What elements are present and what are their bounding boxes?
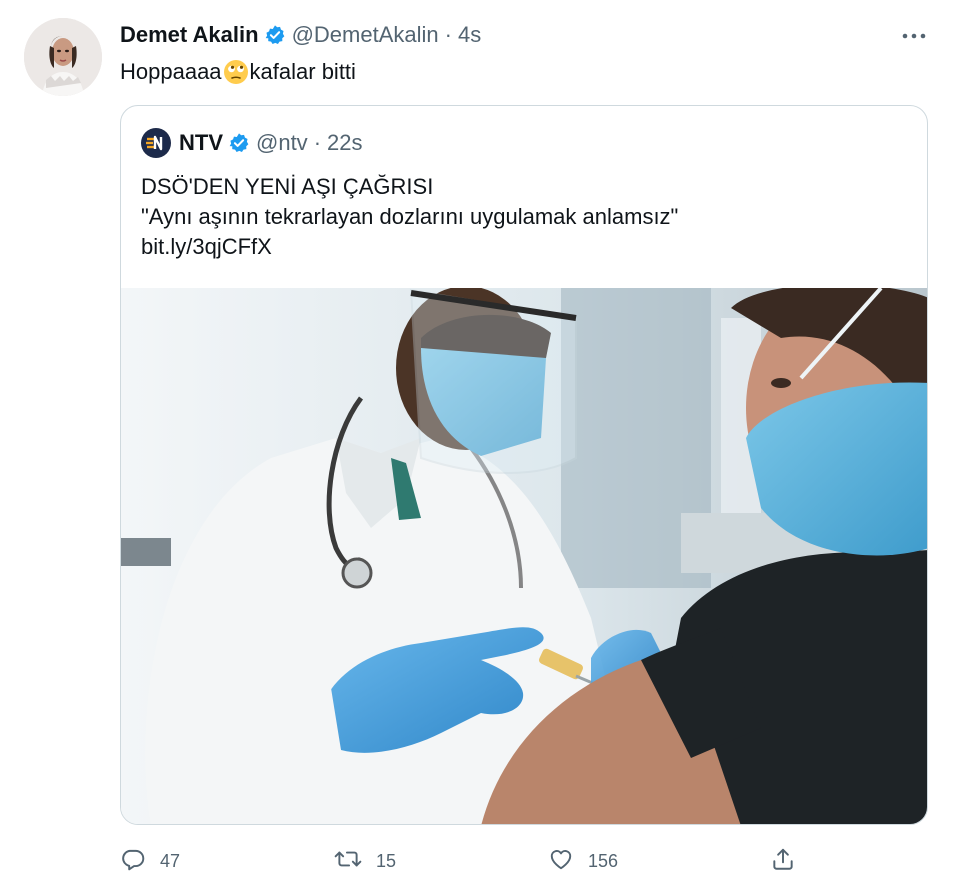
header-separator: ·	[444, 22, 452, 47]
quote-media-image[interactable]	[121, 288, 927, 824]
tweet-text-after: kafalar bitti	[249, 59, 356, 84]
avatar[interactable]	[24, 18, 102, 96]
quote-header: NTV @ntv · 22s	[141, 126, 363, 160]
quote-author-name[interactable]: NTV	[179, 130, 223, 156]
heart-icon	[548, 846, 574, 877]
tweet-text: Hoppaaaa kafalar bitti	[120, 58, 356, 86]
quote-link[interactable]: bit.ly/3qjCFfX	[141, 232, 678, 262]
quote-text: DSÖ'DEN YENİ AŞI ÇAĞRISI "Aynı aşının te…	[141, 172, 678, 262]
action-bar: 47 15 156	[120, 840, 810, 880]
retweet-button[interactable]: 15	[334, 844, 396, 878]
quote-header-separator: ·	[313, 130, 322, 155]
share-icon	[770, 846, 796, 877]
ntv-logo-icon[interactable]	[141, 128, 171, 158]
reply-icon	[120, 846, 146, 877]
tweet: Demet Akalin @DemetAkalin · 4s Hoppaaaa	[0, 0, 954, 892]
verified-badge-icon	[264, 24, 286, 46]
retweet-icon	[334, 846, 362, 877]
tweet-header: Demet Akalin @DemetAkalin · 4s	[120, 20, 481, 50]
quote-headline: DSÖ'DEN YENİ AŞI ÇAĞRISI	[141, 174, 434, 199]
reply-button[interactable]: 47	[120, 844, 180, 878]
quote-tweet[interactable]: NTV @ntv · 22s DSÖ'DEN YENİ AŞI ÇAĞRISI …	[120, 105, 928, 825]
quote-timestamp[interactable]: 22s	[327, 130, 362, 156]
tweet-text-before: Hoppaaaa	[120, 59, 222, 84]
retweet-count: 15	[376, 850, 397, 871]
share-button[interactable]	[770, 844, 796, 878]
author-handle[interactable]: @DemetAkalin	[292, 22, 439, 48]
quote-author-handle[interactable]: @ntv	[256, 130, 308, 156]
tweet-timestamp[interactable]: 4s	[458, 22, 481, 48]
verified-badge-icon	[228, 132, 250, 154]
like-button[interactable]: 156	[548, 844, 618, 878]
reply-count: 47	[160, 850, 181, 871]
more-dots-icon[interactable]	[898, 22, 930, 50]
quote-quote-line: "Aynı aşının tekrarlayan dozlarını uygul…	[141, 204, 679, 229]
face-with-rolling-eyes-icon	[223, 59, 249, 85]
like-count: 156	[588, 850, 619, 871]
author-name[interactable]: Demet Akalin	[120, 22, 259, 48]
